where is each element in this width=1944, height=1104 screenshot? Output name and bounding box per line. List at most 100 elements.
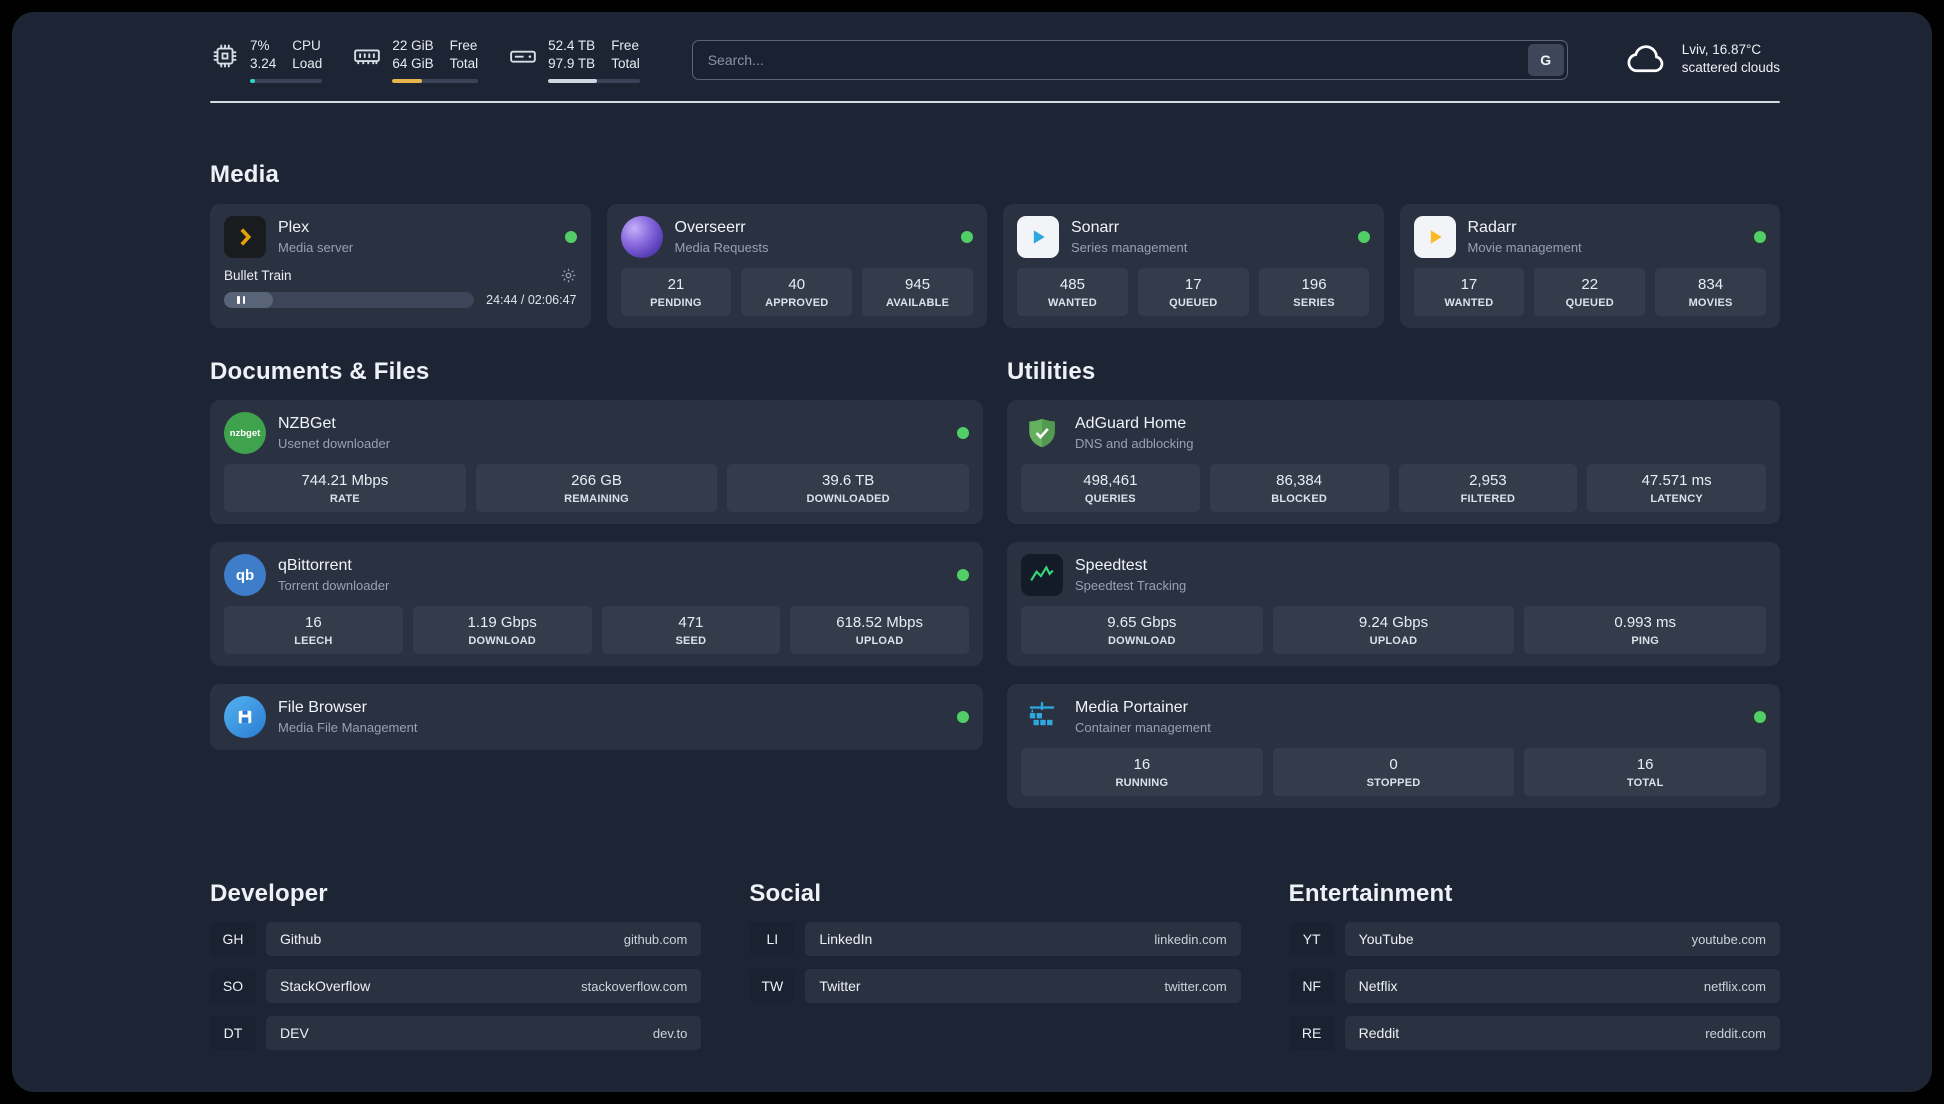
- playback-progress-bar[interactable]: [224, 292, 475, 309]
- service-card-sonarr[interactable]: Sonarr Series management 485 WANTED 17 Q…: [1003, 204, 1384, 329]
- service-card-qbittorrent[interactable]: qb qBittorrent Torrent downloader 16 LEE…: [210, 542, 983, 667]
- service-card-adguard[interactable]: AdGuard Home DNS and adblocking 498,461 …: [1007, 400, 1780, 525]
- stat-tile: 471 SEED: [601, 606, 781, 655]
- stat-value: 16: [1133, 756, 1151, 774]
- bookmark-abbr: SO: [210, 969, 256, 1004]
- service-card-speedtest[interactable]: Speedtest Speedtest Tracking 9.65 Gbps D…: [1007, 542, 1780, 667]
- status-dot: [957, 711, 969, 724]
- bookmark-link[interactable]: LinkedIn linkedin.com: [805, 922, 1241, 957]
- stat-label: BLOCKED: [1271, 493, 1328, 506]
- section-title-social: Social: [749, 880, 822, 908]
- bookmark-link[interactable]: DEV dev.to: [266, 1016, 702, 1051]
- bookmark-link[interactable]: Netflix netflix.com: [1344, 969, 1780, 1004]
- plex-icon: [224, 216, 266, 259]
- stat-label: RATE: [329, 493, 360, 506]
- stat-tile: 21 PENDING: [620, 268, 732, 317]
- nzbget-icon: nzbget: [224, 412, 266, 455]
- search-engine-button[interactable]: G: [1527, 44, 1564, 76]
- stat-tile: 16 LEECH: [224, 606, 403, 655]
- bookmark-link[interactable]: Github github.com: [266, 922, 702, 957]
- service-desc: Media File Management: [278, 720, 418, 736]
- overseerr-icon: [620, 216, 663, 259]
- service-name: Speedtest: [1075, 557, 1148, 575]
- search-bar: G: [691, 40, 1568, 80]
- stat-tile: 0 STOPPED: [1272, 748, 1515, 797]
- stat-tile: 266 GB REMAINING: [475, 464, 718, 513]
- ram-icon: [354, 49, 381, 65]
- ram-total-value: 64 GiB: [392, 56, 434, 72]
- bookmark-url: linkedin.com: [1154, 931, 1227, 947]
- bookmark-link[interactable]: YouTube youtube.com: [1344, 922, 1780, 957]
- stat-value: 9.24 Gbps: [1358, 614, 1429, 632]
- cpu-metric: 7% 3.24 CPU Load: [210, 38, 323, 84]
- weather-widget: Lviv, 16.87°C scattered clouds: [1624, 41, 1780, 75]
- stat-label: SERIES: [1293, 297, 1335, 310]
- bookmark-url: netflix.com: [1703, 978, 1766, 994]
- stat-value: 0: [1389, 756, 1398, 774]
- section-title-documents: Documents & Files: [210, 358, 430, 386]
- gear-icon[interactable]: [560, 267, 577, 284]
- service-card-overseerr[interactable]: Overseerr Media Requests 21 PENDING 40 A…: [606, 204, 987, 329]
- bookmark-name: Twitter: [819, 978, 861, 995]
- ram-free-value: 22 GiB: [392, 38, 434, 53]
- status-dot: [961, 231, 973, 244]
- stat-label: QUEUED: [1565, 297, 1614, 310]
- ram-usage-fill: [392, 79, 422, 84]
- service-card-radarr[interactable]: Radarr Movie management 17 WANTED 22 QUE…: [1399, 204, 1780, 329]
- stat-tile: 16 RUNNING: [1021, 748, 1263, 797]
- service-card-filebrowser[interactable]: File Browser Media File Management: [210, 684, 983, 751]
- bookmark-abbr: GH: [210, 922, 256, 957]
- disk-metric: 52.4 TB 97.9 TB Free Total: [508, 38, 640, 84]
- bookmark-github: GH Github github.com: [210, 922, 702, 957]
- service-name: AdGuard Home: [1075, 415, 1187, 433]
- cpu-load-value: 3.24: [250, 56, 277, 72]
- filebrowser-icon: [224, 696, 266, 739]
- service-card-nzbget[interactable]: nzbget NZBGet Usenet downloader 744.21 M…: [210, 400, 983, 525]
- disk-icon: [510, 50, 536, 63]
- disk-total-value: 97.9 TB: [548, 56, 596, 72]
- stat-label: STOPPED: [1366, 777, 1421, 790]
- service-name: Radarr: [1467, 219, 1517, 237]
- bookmark-link[interactable]: Twitter twitter.com: [805, 969, 1241, 1004]
- media-grid: Plex Media server Bullet Train 24:44 / 0…: [210, 204, 1780, 329]
- search-input[interactable]: [691, 40, 1568, 80]
- stat-value: 0.993 ms: [1614, 614, 1677, 632]
- cpu-label-bottom: Load: [292, 56, 323, 72]
- stat-tile: 2,953 FILTERED: [1398, 464, 1578, 513]
- stat-tile: 16 TOTAL: [1524, 748, 1767, 797]
- service-desc: Movie management: [1467, 240, 1582, 256]
- cpu-icon: [213, 44, 237, 68]
- dashboard-window: 7% 3.24 CPU Load 22 GiB 64 GiB Free Tota…: [12, 12, 1932, 1092]
- bookmark-netflix: NF Netflix netflix.com: [1288, 969, 1780, 1004]
- stat-tile: 17 QUEUED: [1137, 268, 1249, 317]
- stat-label: QUEUED: [1169, 297, 1218, 310]
- weather-location: Lviv, 16.87°C: [1681, 41, 1762, 57]
- stat-value: 485: [1059, 276, 1085, 294]
- stat-tile: 22 QUEUED: [1534, 268, 1646, 317]
- stat-label: UPLOAD: [855, 635, 904, 648]
- service-card-portainer[interactable]: Media Portainer Container management 16 …: [1007, 684, 1780, 809]
- pause-icon[interactable]: [237, 296, 245, 305]
- status-dot: [1754, 711, 1766, 724]
- stat-tile: 39.6 TB DOWNLOADED: [727, 464, 970, 513]
- section-title-developer: Developer: [210, 880, 328, 908]
- cpu-usage-bar: [250, 79, 323, 84]
- stat-value: 498,461: [1083, 472, 1138, 490]
- plex-now-playing: Bullet Train 24:44 / 02:06:47: [224, 267, 577, 309]
- bookmark-url: dev.to: [652, 1025, 688, 1041]
- stat-tile: 196 SERIES: [1258, 268, 1370, 317]
- bookmark-abbr: LI: [749, 922, 796, 957]
- top-bar: 7% 3.24 CPU Load 22 GiB 64 GiB Free Tota…: [210, 38, 1780, 84]
- section-social: Social LI LinkedIn linkedin.com TW Twitt…: [749, 880, 1241, 1050]
- stat-tile: 0.993 ms PING: [1524, 606, 1767, 655]
- service-desc: Media server: [278, 240, 354, 256]
- qbittorrent-icon: qb: [224, 554, 266, 597]
- service-card-plex[interactable]: Plex Media server Bullet Train 24:44 / 0…: [210, 204, 591, 329]
- stat-value: 618.52 Mbps: [836, 614, 923, 632]
- status-dot: [957, 569, 969, 582]
- bookmark-link[interactable]: Reddit reddit.com: [1344, 1016, 1780, 1051]
- stat-value: 1.19 Gbps: [467, 614, 537, 632]
- bookmark-url: reddit.com: [1705, 1025, 1766, 1041]
- bookmark-link[interactable]: StackOverflow stackoverflow.com: [266, 969, 702, 1004]
- section-developer: Developer GH Github github.com SO StackO…: [210, 880, 702, 1051]
